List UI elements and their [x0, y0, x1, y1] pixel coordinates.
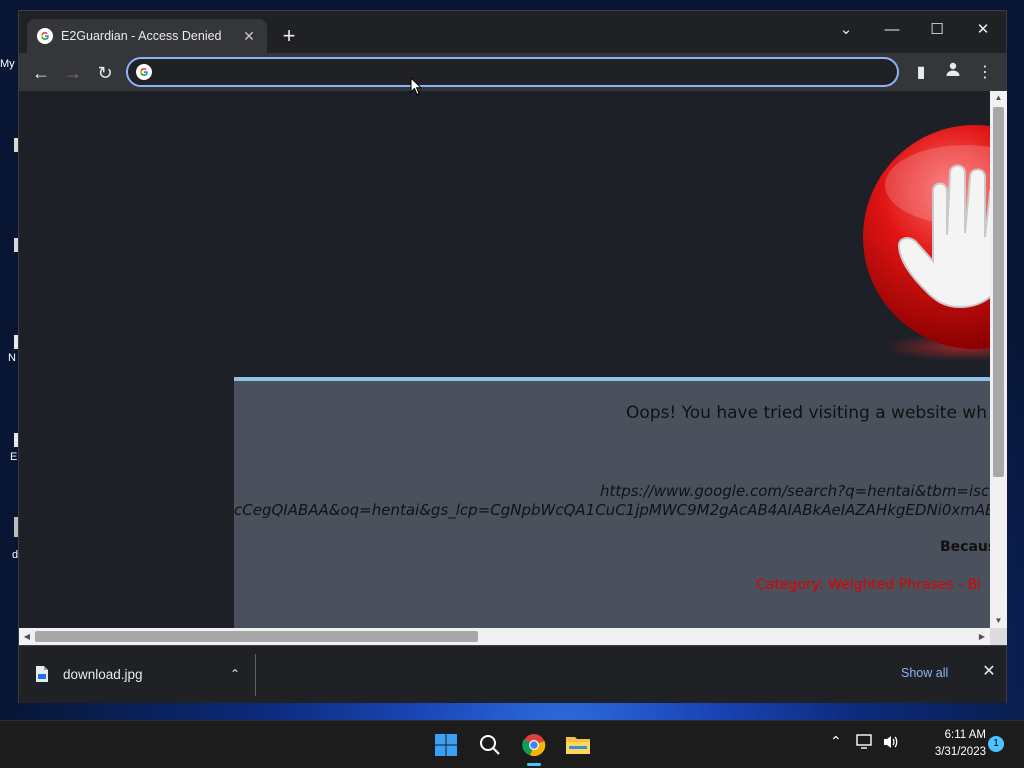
volume-icon[interactable]: [882, 734, 900, 750]
scroll-right-arrow[interactable]: ▶: [975, 628, 989, 645]
scrollbar-corner: [990, 628, 1007, 645]
address-bar[interactable]: [126, 57, 899, 87]
blocked-url-line-2: cCegQIABAA&oq=hentai&gs_lcp=CgNpbWcQA1Cu…: [234, 501, 990, 519]
new-tab-button[interactable]: +: [277, 25, 301, 49]
start-button[interactable]: [430, 729, 462, 761]
horizontal-scroll-thumb[interactable]: [35, 631, 478, 642]
browser-toolbar: ← → ↻ ▮ ⋮: [19, 53, 1006, 91]
person-icon: [946, 62, 960, 76]
chrome-icon: [522, 734, 546, 757]
download-shelf: download.jpg ⌃ Show all ✕: [19, 645, 1006, 703]
search-icon: [480, 735, 500, 755]
reload-button[interactable]: ↻: [93, 61, 117, 85]
vertical-scrollbar[interactable]: ▲ ▼: [990, 91, 1007, 628]
side-panel-icon[interactable]: ▮: [909, 61, 933, 85]
desktop-icon-label[interactable]: My: [0, 58, 20, 70]
taskbar-search-button[interactable]: [474, 729, 506, 761]
close-window-button[interactable]: ✕: [968, 17, 998, 43]
taskbar-chrome-button[interactable]: [518, 729, 550, 766]
profile-icon[interactable]: [941, 61, 965, 85]
tab-search-button[interactable]: ⌄: [831, 17, 861, 43]
image-file-icon: [36, 666, 48, 682]
denied-message-panel: Oops! You have tried visiting a website …: [234, 377, 990, 628]
back-button[interactable]: ←: [29, 61, 53, 85]
file-explorer-icon: [566, 737, 590, 754]
google-g-icon: [136, 64, 152, 80]
chevron-up-icon[interactable]: ⌃: [225, 667, 245, 681]
close-shelf-button[interactable]: ✕: [979, 662, 999, 682]
clock-date: 3/31/2023: [934, 746, 986, 758]
shelf-divider: [255, 654, 256, 696]
forward-button[interactable]: →: [61, 61, 85, 85]
address-input[interactable]: [160, 60, 897, 84]
because-label: Becaus: [940, 539, 990, 555]
scroll-down-arrow[interactable]: ▼: [990, 614, 1007, 628]
show-all-link[interactable]: Show all: [901, 666, 948, 680]
google-g-icon: [37, 28, 53, 44]
notification-badge[interactable]: 1: [988, 736, 1004, 752]
tab-title: E2Guardian - Access Denied: [61, 29, 222, 43]
network-icon[interactable]: [856, 733, 874, 750]
windows-taskbar: ⌃ 6:11 AM 3/31/2023: [0, 720, 1024, 768]
block-category: Category: Weighted Phrases - Bl: [756, 577, 982, 593]
horizontal-scrollbar[interactable]: ◀ ▶: [19, 628, 990, 645]
maximize-button[interactable]: ☐: [922, 17, 952, 43]
scroll-up-arrow[interactable]: ▲: [990, 91, 1007, 105]
mouse-cursor-icon: [410, 77, 422, 96]
denied-headline: Oops! You have tried visiting a website …: [626, 403, 987, 423]
download-file-name: download.jpg: [63, 666, 143, 682]
chrome-window: E2Guardian - Access Denied ✕ + ⌄ — ☐ ✕ ←…: [18, 10, 1007, 703]
system-tray: ⌃: [830, 733, 900, 750]
menu-kebab-icon[interactable]: ⋮: [973, 61, 997, 85]
scroll-left-arrow[interactable]: ◀: [20, 628, 34, 645]
chevron-up-icon[interactable]: ⌃: [830, 733, 842, 750]
blocked-url-line-1: https://www.google.com/search?q=hentai&t…: [600, 482, 990, 500]
tab-close-icon[interactable]: ✕: [241, 28, 257, 44]
windows-start-icon: [435, 734, 457, 756]
tab-strip: E2Guardian - Access Denied ✕ + ⌄ — ☐ ✕: [19, 11, 1006, 53]
minimize-button[interactable]: —: [877, 17, 907, 43]
stop-hand-icon: [863, 125, 990, 361]
tab-e2guardian[interactable]: E2Guardian - Access Denied ✕: [27, 19, 267, 53]
page-content: Oops! You have tried visiting a website …: [19, 91, 990, 628]
download-item[interactable]: download.jpg ⌃: [35, 658, 245, 690]
taskbar-explorer-button[interactable]: [562, 729, 594, 761]
vertical-scroll-thumb[interactable]: [993, 107, 1004, 477]
clock-time: 6:11 AM: [944, 729, 986, 741]
taskbar-clock[interactable]: 6:11 AM 3/31/2023: [914, 727, 986, 761]
